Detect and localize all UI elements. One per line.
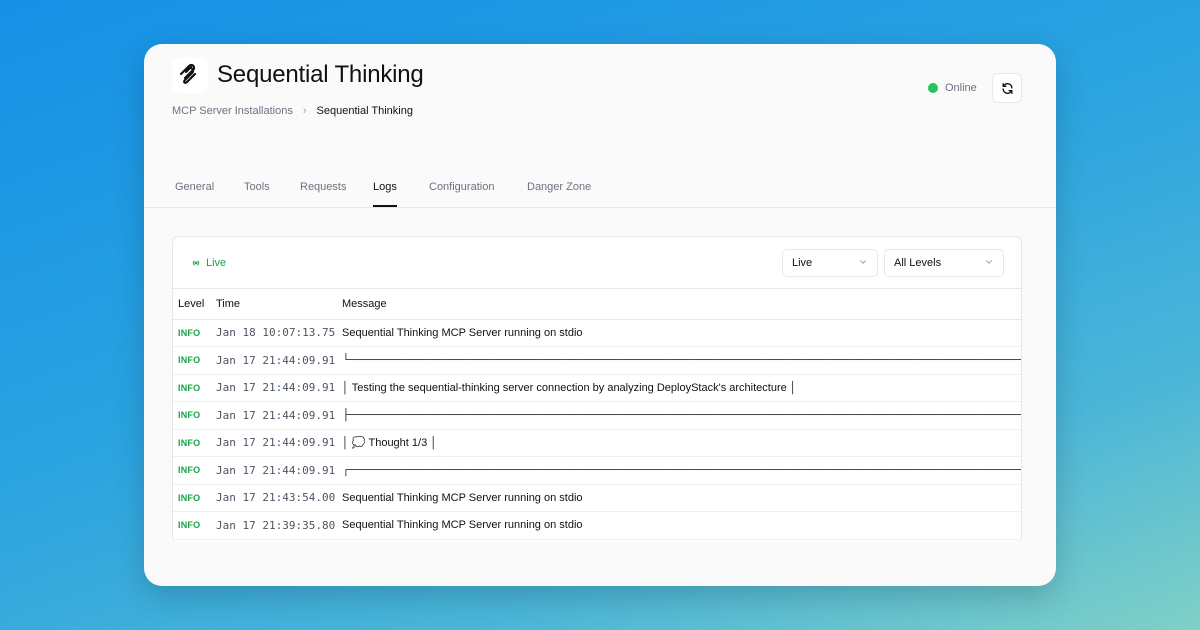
breadcrumb-current: Sequential Thinking xyxy=(316,105,413,117)
log-message: Sequential Thinking MCP Server running o… xyxy=(337,319,1021,347)
chevron-down-icon xyxy=(984,257,994,270)
log-row: INFO Jan 18 10:07:13.75 Sequential Thinkin… xyxy=(173,319,1021,347)
log-mode-select[interactable]: Live xyxy=(782,249,878,277)
column-header-level: Level xyxy=(173,289,211,320)
log-row: INFO Jan 17 21:44:09.91 ├─────────────────… xyxy=(173,401,1021,430)
logs-table: Level Time Message INFO Jan 18 10:07:13.7… xyxy=(173,289,1021,540)
log-time: Jan 17 21:44:09.91 xyxy=(211,429,337,457)
tab-tools[interactable]: Tools xyxy=(244,181,270,207)
tab-configuration[interactable]: Configuration xyxy=(429,181,494,207)
logs-table-header-row: Level Time Message xyxy=(173,289,1021,320)
page-title: Sequential Thinking xyxy=(217,61,424,88)
log-message: ┌───────────────────────────────────────… xyxy=(337,456,1021,485)
logs-card: Live Live All Levels Level Time Message … xyxy=(172,236,1022,542)
radio-signal-icon xyxy=(192,260,200,266)
log-message: Sequential Thinking MCP Server running o… xyxy=(337,511,1021,540)
chevron-down-icon xyxy=(858,257,868,270)
tab-general[interactable]: General xyxy=(175,181,214,207)
log-row: INFO Jan 17 21:44:09.91 │ Testing the sequ… xyxy=(173,374,1021,402)
log-level: INFO xyxy=(173,484,211,512)
live-indicator: Live xyxy=(191,257,226,269)
refresh-icon xyxy=(1002,82,1012,94)
log-row: INFO Jan 17 21:39:35.80 Sequential Thinkin… xyxy=(173,511,1021,540)
log-level: INFO xyxy=(173,319,211,347)
log-time: Jan 17 21:44:09.91 xyxy=(211,456,337,485)
column-header-time: Time xyxy=(211,289,337,320)
log-level: INFO xyxy=(173,511,211,540)
log-message: └───────────────────────────────────────… xyxy=(337,346,1021,375)
log-time: Jan 17 21:44:09.91 xyxy=(211,374,337,402)
log-level: INFO xyxy=(173,456,211,485)
log-message: │ 💭 Thought 1/3 │ xyxy=(337,429,1021,457)
status-badge: Online xyxy=(928,82,977,94)
tab-danger-zone[interactable]: Danger Zone xyxy=(527,181,591,207)
log-level: INFO xyxy=(173,429,211,457)
refresh-button[interactable] xyxy=(992,73,1022,103)
tab-requests[interactable]: Requests xyxy=(300,181,346,207)
log-level: INFO xyxy=(173,346,211,375)
log-time: Jan 17 21:44:09.91 xyxy=(211,401,337,430)
column-header-message: Message xyxy=(337,289,1021,320)
tab-logs[interactable]: Logs xyxy=(373,181,397,207)
log-level-value: All Levels xyxy=(894,257,942,269)
logs-card-header: Live Live All Levels xyxy=(173,237,1021,289)
status-dot-icon xyxy=(928,83,938,93)
log-level: INFO xyxy=(173,374,211,402)
log-row: INFO Jan 17 21:44:09.91 ┌─────────────────… xyxy=(173,456,1021,485)
log-message: ├───────────────────────────────────────… xyxy=(337,401,1021,430)
log-message: │ Testing the sequential-thinking server… xyxy=(337,374,1021,402)
log-row: INFO Jan 17 21:44:09.91 └─────────────────… xyxy=(173,346,1021,375)
log-message: Sequential Thinking MCP Server running o… xyxy=(337,484,1021,512)
breadcrumb: MCP Server Installations › Sequential Th… xyxy=(172,105,413,117)
log-level: INFO xyxy=(173,401,211,430)
status-label: Online xyxy=(945,82,977,94)
chevron-right-icon: › xyxy=(302,105,307,117)
log-time: Jan 18 10:07:13.75 xyxy=(211,319,337,347)
app-logo-icon xyxy=(172,57,208,93)
log-mode-value: Live xyxy=(792,257,813,269)
tab-bar: General Tools Requests Logs Configuratio… xyxy=(144,169,1056,208)
log-time: Jan 17 21:39:35.80 xyxy=(211,511,337,540)
log-time: Jan 17 21:44:09.91 xyxy=(211,346,337,375)
breadcrumb-parent-link[interactable]: MCP Server Installations xyxy=(172,105,293,117)
live-label: Live xyxy=(206,257,227,269)
log-time: Jan 17 21:43:54.00 xyxy=(211,484,337,512)
log-level-select[interactable]: All Levels xyxy=(884,249,1004,277)
log-row: INFO Jan 17 21:43:54.00 Sequential Thinkin… xyxy=(173,484,1021,512)
server-detail-window: Sequential Thinking MCP Server Installat… xyxy=(144,44,1056,586)
log-row: INFO Jan 17 21:44:09.91 │ 💭 Thought 1/3 │ xyxy=(173,429,1021,457)
